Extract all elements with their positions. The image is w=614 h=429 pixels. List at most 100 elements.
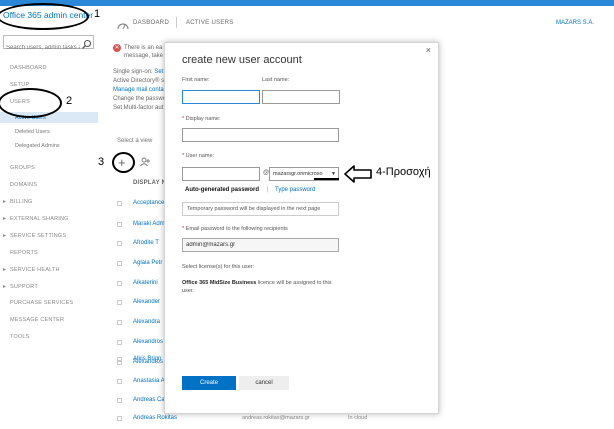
user-display-name[interactable]: Alexandros bbox=[133, 339, 163, 345]
sidebar-item-billing[interactable]: BILLING bbox=[3, 198, 33, 205]
user-name-label-text: User name: bbox=[185, 153, 215, 159]
user-name-label: * User name: bbox=[182, 153, 214, 159]
select-view-label[interactable]: Select a view bbox=[117, 138, 152, 144]
sso-setup-link[interactable]: Set bbox=[154, 69, 163, 75]
user-email: andreas.rokitas@mazars.gr bbox=[242, 415, 310, 421]
breadcrumb-active-users[interactable]: ACTIVE USERS bbox=[186, 20, 234, 26]
user-name-field[interactable] bbox=[182, 167, 260, 181]
option-separator: | bbox=[267, 187, 269, 193]
email-recipients-label: * Email password to the following recipi… bbox=[182, 226, 288, 232]
ad-sync-text: Active Directory® s bbox=[113, 78, 165, 84]
notice-message: There is an ea message, take bbox=[124, 44, 163, 60]
search-icon[interactable] bbox=[81, 37, 92, 49]
row-checkbox[interactable] bbox=[117, 281, 122, 286]
organization-name[interactable]: MAZARS S.A. bbox=[556, 20, 594, 26]
user-display-name[interactable]: Anastasia A bbox=[133, 378, 165, 384]
annotation-number-1: 1 bbox=[94, 8, 101, 20]
mfa-text: Set Multi-factor aut bbox=[113, 105, 164, 111]
required-mark: * bbox=[182, 226, 185, 232]
annotation-number-2: 2 bbox=[66, 95, 73, 107]
sidebar-item-tools[interactable]: TOOLS bbox=[10, 334, 30, 340]
user-display-name[interactable]: Aikaterini bbox=[133, 280, 158, 286]
search-input[interactable] bbox=[4, 42, 80, 54]
table-row[interactable]: Andreas Rokitas bbox=[117, 414, 177, 424]
row-checkbox[interactable] bbox=[117, 398, 122, 403]
row-checkbox[interactable] bbox=[117, 261, 122, 266]
sidebar-item-deleted-users[interactable]: Deleted Users bbox=[15, 129, 50, 135]
password-info-box: Temporary password will be displayed in … bbox=[182, 202, 339, 216]
license-description: Office 365 MidSize Business licence will… bbox=[182, 279, 342, 295]
email-recipients-field[interactable] bbox=[182, 238, 339, 252]
last-name-field[interactable] bbox=[262, 90, 340, 104]
breadcrumb-divider bbox=[176, 17, 177, 28]
required-mark: * bbox=[182, 153, 185, 159]
type-password-link[interactable]: Type password bbox=[275, 187, 315, 193]
sidebar-item-reports[interactable]: REPORTS bbox=[10, 250, 38, 256]
search-box bbox=[3, 35, 94, 54]
warning-icon: ✕ bbox=[113, 44, 121, 52]
sidebar-item-delegated-admins[interactable]: Delegated Admins bbox=[15, 143, 60, 149]
row-checkbox[interactable] bbox=[117, 241, 122, 246]
user-display-name[interactable]: Andreas Rokitas bbox=[133, 415, 177, 421]
last-name-label: Last name: bbox=[262, 77, 290, 83]
top-accent-bar bbox=[0, 0, 614, 6]
user-display-name[interactable]: Alexander bbox=[133, 299, 160, 305]
row-checkbox[interactable] bbox=[117, 379, 122, 384]
row-checkbox[interactable] bbox=[117, 340, 122, 345]
license-label: Select license(s) for this user: bbox=[182, 264, 255, 270]
sidebar-item-purchase-services[interactable]: PURCHASE SERVICES bbox=[10, 300, 73, 306]
dashboard-icon[interactable] bbox=[116, 17, 130, 35]
create-user-dialog: × create new user account First name: La… bbox=[164, 42, 439, 414]
bulk-add-icon[interactable] bbox=[140, 157, 150, 170]
breadcrumb-dashboard[interactable]: DASBOARD bbox=[133, 20, 169, 26]
sidebar-item-domains[interactable]: DOMAINS bbox=[10, 182, 37, 188]
display-name-label: * Display name: bbox=[182, 116, 221, 122]
sidebar-item-groups[interactable]: GROUPS bbox=[10, 165, 35, 171]
user-display-name[interactable]: Aglaia Petr bbox=[133, 260, 162, 266]
change-password-text: Change the passwo bbox=[113, 96, 167, 102]
cancel-button[interactable]: cancel bbox=[239, 376, 289, 390]
row-checkbox[interactable] bbox=[117, 300, 122, 305]
user-display-name[interactable]: Alexandra bbox=[133, 319, 160, 325]
row-checkbox[interactable] bbox=[117, 357, 122, 362]
first-name-label: First name: bbox=[182, 77, 210, 83]
row-checkbox[interactable] bbox=[117, 201, 122, 206]
sso-text: Single sign-on: bbox=[113, 69, 153, 75]
user-display-name[interactable]: Andreas Ca bbox=[133, 397, 165, 403]
sidebar-item-service-settings[interactable]: SERVICE SETTINGS bbox=[3, 232, 66, 239]
sidebar-item-dashboard[interactable]: DASHBOARD bbox=[10, 65, 47, 71]
auto-generated-password-option[interactable]: Auto-generated password bbox=[185, 187, 259, 193]
domain-value: mazarsgr.onmicroso bbox=[273, 171, 323, 177]
required-mark: * bbox=[182, 116, 185, 122]
annotation-circle-users bbox=[0, 88, 62, 118]
license-product-name: Office 365 MidSize Business bbox=[182, 280, 257, 286]
annotation-arrow-icon bbox=[344, 165, 372, 188]
admin-center-window: Office 365 admin center DASBOARD ACTIVE … bbox=[0, 0, 614, 429]
sidebar-item-support[interactable]: SUPPORT bbox=[3, 283, 38, 290]
create-button[interactable]: Create bbox=[182, 376, 236, 390]
row-checkbox[interactable] bbox=[117, 416, 122, 421]
user-display-name[interactable]: Maraki Adm bbox=[133, 221, 165, 227]
annotation-circle-title bbox=[0, 3, 89, 30]
annotation-number-3: 3 bbox=[98, 156, 105, 168]
sidebar-item-external-sharing[interactable]: EXTERNAL SHARING bbox=[3, 215, 69, 222]
notice-line: There is an ea bbox=[124, 45, 163, 51]
row-checkbox[interactable] bbox=[117, 320, 122, 325]
annotation-note-4: 4-Προσοχή bbox=[376, 166, 431, 178]
annotation-circle-add bbox=[112, 152, 135, 173]
user-display-name[interactable]: Afrodite T bbox=[133, 240, 159, 246]
display-name-label-text: Display name: bbox=[185, 116, 221, 122]
user-display-name[interactable]: Alkis Brign bbox=[133, 356, 161, 362]
sso-line: Single sign-on: Set bbox=[113, 69, 163, 75]
row-checkbox[interactable] bbox=[117, 222, 122, 227]
close-icon[interactable]: × bbox=[426, 45, 431, 55]
first-name-field[interactable] bbox=[182, 90, 260, 104]
sidebar-item-service-health[interactable]: SERVICE HEALTH bbox=[3, 266, 60, 273]
notice-line: message, take bbox=[124, 53, 164, 59]
user-display-name[interactable]: Acceptance bbox=[133, 200, 164, 206]
display-name-field[interactable] bbox=[182, 128, 339, 142]
manage-mail-contacts-link[interactable]: Manage mail conta bbox=[113, 87, 164, 93]
sidebar-item-message-center[interactable]: MESSAGE CENTER bbox=[10, 317, 64, 323]
user-status: In cloud bbox=[348, 415, 368, 421]
email-recipients-label-text: Email password to the following recipien… bbox=[185, 226, 288, 232]
